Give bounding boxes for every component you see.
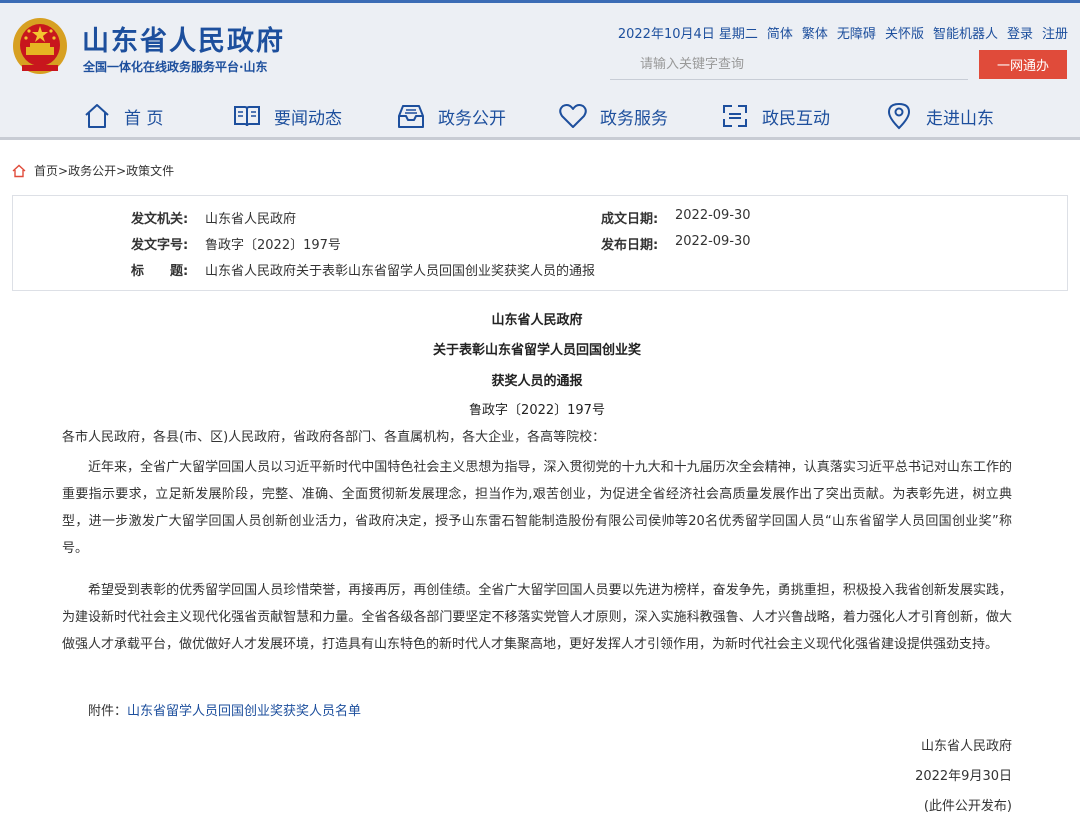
- nav-label: 要闻动态: [274, 108, 342, 129]
- nav-public-affairs[interactable]: 政务公开: [396, 95, 506, 137]
- link-traditional[interactable]: 繁体: [802, 23, 828, 42]
- breadcrumb-public-affairs[interactable]: 政务公开: [68, 164, 116, 178]
- salutation: 各市人民政府，各县(市、区)人民政府，省政府各部门、各直属机构，各大企业，各高等…: [62, 430, 606, 445]
- nav-home[interactable]: 首 页: [82, 95, 163, 137]
- article-title-line-2: 关于表彰山东省留学人员回国创业奖: [432, 343, 641, 358]
- attachment-link[interactable]: 山东省留学人员回国创业奖获奖人员名单: [127, 704, 361, 719]
- nav-label: 政务服务: [600, 108, 668, 129]
- title-label: 标 题:: [131, 264, 189, 279]
- paragraph-2: 希望受到表彰的优秀留学回国人员珍惜荣誉，再接再厉，再创佳绩。全省广大留学回国人员…: [62, 583, 1012, 652]
- link-accessibility[interactable]: 无障碍: [837, 23, 876, 42]
- nav-label: 走进山东: [926, 108, 994, 129]
- book-icon: [234, 106, 260, 127]
- interact-icon: [723, 105, 747, 127]
- attachment-line: 附件：山东省留学人员回国创业奖获奖人员名单: [88, 698, 888, 725]
- search-input[interactable]: [610, 50, 968, 80]
- link-simplified[interactable]: 简体: [767, 23, 793, 42]
- nav-services[interactable]: 政务服务: [558, 95, 668, 137]
- link-robot[interactable]: 智能机器人: [933, 23, 998, 42]
- issuer-value: 山东省人民政府: [205, 212, 297, 227]
- title-value: 山东省人民政府关于表彰山东省留学人员回国创业奖获奖人员的通报: [205, 264, 596, 279]
- breadcrumb: 首页>政务公开>政策文件: [12, 162, 174, 179]
- site-title: 山东省人民政府: [82, 26, 285, 57]
- doc-number-value: 鲁政字〔2022〕197号: [205, 238, 341, 253]
- published-date-value: 2022-09-30: [675, 234, 751, 249]
- document-meta: 发文机关: 山东省人民政府 成文日期: 2022-09-30 发文字号: 鲁政字…: [12, 195, 1068, 291]
- nav-about-shandong[interactable]: 走进山东: [884, 95, 994, 137]
- signature-date: 2022年9月30日: [915, 769, 1012, 784]
- issuer-label: 发文机关:: [131, 212, 189, 227]
- created-date-value: 2022-09-30: [675, 208, 751, 223]
- inbox-icon: [398, 105, 424, 128]
- breadcrumb-policy-docs[interactable]: 政策文件: [126, 164, 174, 178]
- nav-interaction[interactable]: 政民互动: [720, 95, 830, 137]
- main-nav: 首 页 要闻动态 政务公开 政务服务 政民互动 走进山东: [0, 95, 1080, 137]
- signature-org: 山东省人民政府: [920, 739, 1012, 754]
- breadcrumb-home[interactable]: 首页: [34, 164, 58, 178]
- nav-label: 政民互动: [762, 108, 830, 129]
- attachment-label: 附件：: [88, 704, 128, 719]
- article-title-line-3: 获奖人员的通报: [491, 374, 583, 389]
- top-links: 2022年10月4日 星期二 简体 繁体 无障碍 关怀版 智能机器人 登录 注册: [618, 23, 1068, 42]
- site-subtitle: 全国一体化在线政务服务平台·山东: [83, 60, 268, 74]
- link-register[interactable]: 注册: [1042, 23, 1068, 42]
- created-date-label: 成文日期:: [601, 212, 659, 227]
- one-network-button[interactable]: 一网通办: [979, 50, 1067, 79]
- nav-news[interactable]: 要闻动态: [232, 95, 342, 137]
- current-date: 2022年10月4日 星期二: [617, 27, 758, 42]
- published-date-label: 发布日期:: [601, 238, 659, 253]
- home-icon: [12, 164, 26, 177]
- link-login[interactable]: 登录: [1007, 23, 1033, 42]
- home-icon: [85, 104, 109, 128]
- link-care-version[interactable]: 关怀版: [885, 23, 924, 42]
- article-doc-number: 鲁政字〔2022〕197号: [469, 403, 605, 418]
- publication-note: (此件公开发布): [923, 799, 1012, 814]
- article-title-line-1: 山东省人民政府: [491, 313, 583, 328]
- heart-icon: [559, 104, 587, 128]
- paragraph-1: 近年来，全省广大留学回国人员以习近平新时代中国特色社会主义思想为指导，深入贯彻党…: [62, 460, 1012, 556]
- doc-number-label: 发文字号:: [131, 238, 189, 253]
- location-icon: [887, 102, 911, 130]
- nav-label: 政务公开: [438, 108, 506, 129]
- nav-divider: [0, 137, 1080, 140]
- national-emblem-icon: [13, 18, 67, 74]
- nav-label: 首 页: [124, 108, 164, 129]
